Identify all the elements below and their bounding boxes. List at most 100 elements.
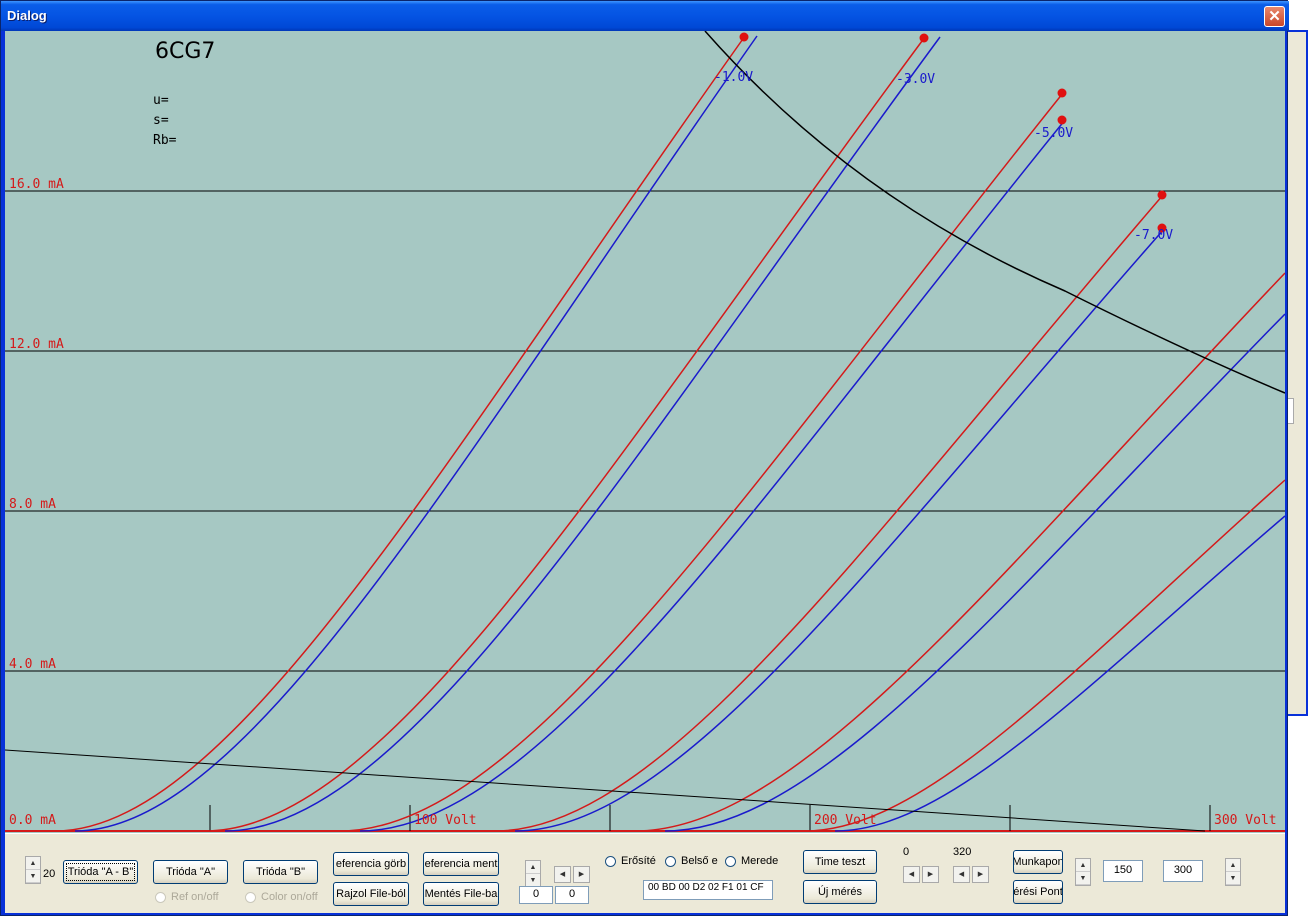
arrow-left-icon[interactable]: ◀ [903, 866, 920, 883]
trioda-a-button[interactable]: Trióda "A" [153, 860, 228, 884]
y-label-12: 12.0 mA [9, 337, 64, 352]
y-label-0: 0.0 mA [9, 813, 56, 828]
munkapont-button[interactable]: Munkapon [1013, 850, 1063, 874]
offset-a-field[interactable]: 0 [519, 886, 553, 904]
param-s: s= [153, 113, 169, 128]
endpoint-dot [1057, 115, 1067, 125]
y-label-4: 4.0 mA [9, 657, 56, 672]
offset-b-field[interactable]: 0 [555, 886, 589, 904]
value-300-field[interactable]: 300 [1163, 860, 1203, 882]
meredek-radio[interactable]: Merede [725, 854, 783, 868]
value-150-field[interactable]: 150 [1103, 860, 1143, 882]
rajzol-file-button[interactable]: Rajzol File-ból [333, 882, 409, 906]
offset-hscroll[interactable]: ◀ ▶ [554, 866, 590, 883]
color-onoff-label: Color on/off [261, 891, 318, 903]
blue-curve [664, 313, 1285, 832]
curve-label-5v: -5.0V [1034, 126, 1073, 141]
x-label-100: 100 Volt [414, 813, 477, 828]
count-spinner[interactable]: ▲ ▼ [25, 856, 41, 884]
param-rb: Rb= [153, 133, 177, 148]
arrow-right-icon[interactable]: ▶ [573, 866, 590, 883]
load-line-hyperbola [704, 31, 1285, 394]
arrow-left-icon[interactable]: ◀ [554, 866, 571, 883]
trioda-b-button[interactable]: Trióda "B" [243, 860, 318, 884]
erosites-label: Erősíté [621, 855, 656, 867]
blue-curve [74, 35, 758, 832]
value-spinner-right[interactable]: ▲ ▼ [1225, 858, 1241, 886]
endpoint-dot [1157, 190, 1167, 200]
spin-down-icon[interactable]: ▼ [26, 870, 40, 883]
blue-curve [514, 227, 1166, 832]
arrow-right-icon[interactable]: ▶ [922, 866, 939, 883]
radio-circle-icon [245, 891, 256, 903]
range-max-hscroll[interactable]: ◀ ▶ [953, 866, 989, 883]
offset-spinner[interactable]: ▲ ▼ [525, 860, 541, 888]
curve-label-1v: -1.0V [714, 70, 753, 85]
blue-curve [359, 119, 1066, 832]
spin-up-icon[interactable]: ▲ [1226, 859, 1240, 872]
trioda-ab-button[interactable]: Trióda "A - B" [63, 860, 138, 884]
ref-onoff-label: Ref on/off [171, 891, 219, 903]
red-curve [804, 479, 1285, 832]
mentes-file-button[interactable]: Mentés File-ba [423, 882, 499, 906]
arrow-right-icon[interactable]: ▶ [972, 866, 989, 883]
close-button[interactable]: ✕ [1264, 6, 1285, 27]
tube-name: 6CG7 [155, 39, 215, 64]
range-min-hscroll[interactable]: ◀ ▶ [903, 866, 939, 883]
spin-up-icon[interactable]: ▲ [526, 861, 540, 874]
background-window-edge [1284, 30, 1308, 716]
dialog-window: Dialog ✕ 6CG7 u= s= Rb= 16.0 mA 12.0 mA [0, 0, 1308, 916]
color-onoff-option[interactable]: Color on/off [245, 890, 325, 904]
ref-onoff-option[interactable]: Ref on/off [155, 890, 235, 904]
referencia-gorbe-button[interactable]: eferencia görb [333, 852, 409, 876]
endpoint-dot [739, 32, 749, 42]
y-axis-labels: 16.0 mA 12.0 mA 8.0 mA 4.0 mA 0.0 mA [9, 177, 64, 828]
referencia-mentes-button[interactable]: eferencia ment [423, 852, 499, 876]
belso-radio[interactable]: Belső e [665, 854, 723, 868]
range-min-label: 0 [903, 846, 910, 858]
tube-curves [54, 35, 1285, 832]
red-curve [54, 35, 746, 832]
spin-down-icon[interactable]: ▼ [1076, 872, 1090, 885]
red-curve [204, 36, 926, 832]
endpoint-dot [1057, 88, 1067, 98]
load-line-straight [5, 749, 1206, 832]
load-lines [5, 31, 1285, 832]
spin-up-icon[interactable]: ▲ [26, 857, 40, 870]
spin-up-icon[interactable]: ▲ [1076, 859, 1090, 872]
arrow-left-icon[interactable]: ◀ [953, 866, 970, 883]
title-bar[interactable]: Dialog ✕ [1, 1, 1289, 31]
x-label-300: 300 Volt [1214, 813, 1277, 828]
radio-circle-icon [155, 891, 166, 903]
plot-canvas: 6CG7 u= s= Rb= 16.0 mA 12.0 mA 8.0 mA 4.… [5, 31, 1285, 832]
time-teszt-button[interactable]: Time teszt [803, 850, 877, 874]
value-spinner-left[interactable]: ▲ ▼ [1075, 858, 1091, 886]
characteristic-plot: 6CG7 u= s= Rb= 16.0 mA 12.0 mA 8.0 mA 4.… [5, 31, 1285, 833]
meresi-pont-button[interactable]: érési Pont [1013, 880, 1063, 904]
endpoint-dot [919, 33, 929, 43]
belso-label: Belső e [681, 855, 718, 867]
grid-lines [5, 190, 1285, 832]
param-u: u= [153, 93, 169, 108]
range-max-label: 320 [953, 846, 972, 858]
y-label-8: 8.0 mA [9, 497, 56, 512]
x-label-200: 200 Volt [814, 813, 877, 828]
uj-meres-button[interactable]: Új mérés [803, 880, 877, 904]
control-panel: ▲ ▼ 20 Trióda "A - B" Trióda "A" Trióda "… [5, 833, 1285, 913]
blue-curve [834, 515, 1285, 832]
hex-data-field[interactable]: 00 BD 00 D2 02 F1 01 CF [643, 880, 773, 900]
radio-circle-icon [665, 855, 676, 867]
meredek-label: Merede [741, 855, 779, 867]
window-title: Dialog [7, 8, 47, 23]
blue-curve [224, 36, 941, 832]
dialog-frame: Dialog ✕ 6CG7 u= s= Rb= 16.0 mA 12.0 mA [0, 0, 1289, 916]
erosites-radio[interactable]: Erősíté [605, 854, 663, 868]
red-curve [634, 272, 1285, 832]
curve-label-7v: -7.0V [1134, 228, 1173, 243]
y-label-16: 16.0 mA [9, 177, 64, 192]
radio-circle-icon [605, 855, 616, 867]
curve-label-3v: -3.0V [896, 72, 935, 87]
spin-down-icon[interactable]: ▼ [1226, 872, 1240, 885]
radio-circle-icon [725, 855, 736, 867]
curve-labels: -1.0V -3.0V -5.0V -7.0V [714, 70, 1173, 243]
